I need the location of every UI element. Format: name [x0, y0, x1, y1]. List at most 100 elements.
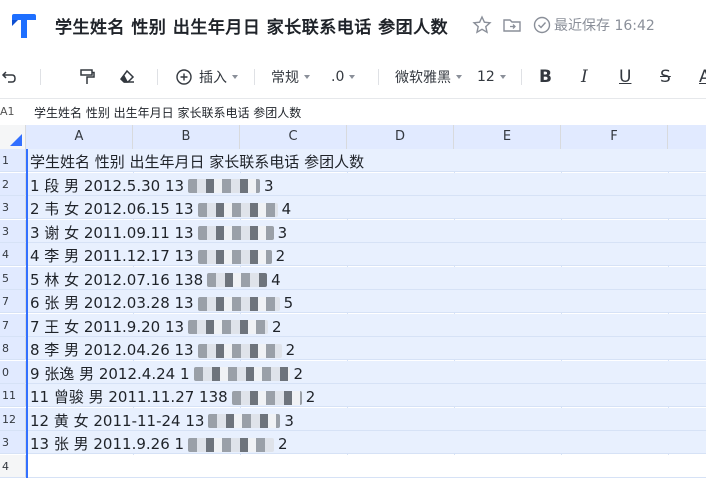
- cell-a[interactable]: 6 张 男 2012.03.28 13 5: [30, 292, 293, 313]
- font-family-label: 微软雅黑: [395, 70, 451, 86]
- table-row[interactable]: 88 李 男 2012.04.26 13 2: [0, 337, 706, 361]
- strikethrough-button[interactable]: S: [660, 64, 671, 90]
- folder-move-icon[interactable]: [502, 15, 522, 35]
- table-row[interactable]: 4: [0, 454, 706, 478]
- column-header-d[interactable]: D: [347, 125, 454, 149]
- cell-text: 3: [264, 176, 274, 195]
- row-header[interactable]: 0: [0, 360, 26, 383]
- bold-button[interactable]: B: [539, 64, 552, 90]
- cell-a[interactable]: 2 韦 女 2012.06.15 13 4: [30, 198, 291, 219]
- cell-a[interactable]: 1 段 男 2012.5.30 13 3: [30, 175, 274, 196]
- cell-text: 2: [272, 317, 282, 336]
- number-format-dropdown[interactable]: 常规: [271, 64, 310, 90]
- redacted-phone: [208, 414, 281, 428]
- chevron-down-icon: [456, 75, 462, 79]
- cell-a[interactable]: 学生姓名 性别 出生年月日 家长联系电话 参团人数: [30, 151, 364, 172]
- row-header[interactable]: 3: [0, 219, 26, 242]
- undo-button[interactable]: [0, 64, 18, 90]
- cell-a[interactable]: 11 曾骏 男 2011.11.27 138 2: [30, 386, 315, 407]
- chevron-down-icon: [499, 75, 506, 79]
- row-header[interactable]: 2: [0, 172, 26, 195]
- formula-input[interactable]: 学生姓名 性别 出生年月日 家长联系电话 参团人数: [34, 104, 301, 121]
- toolbar-divider: [521, 69, 522, 85]
- table-row[interactable]: 44 李 男 2011.12.17 13 2: [0, 243, 706, 267]
- cell-text: 1 段 男 2012.5.30 13: [30, 176, 185, 195]
- insert-label: 插入: [199, 70, 227, 86]
- column-header-g[interactable]: [668, 125, 706, 149]
- chevron-down-icon: [349, 75, 356, 79]
- table-row[interactable]: 76 张 男 2012.03.28 13 5: [0, 290, 706, 314]
- table-row[interactable]: 09 张逸 男 2012.4.24 1 2: [0, 360, 706, 384]
- font-family-dropdown[interactable]: 微软雅黑: [395, 64, 462, 90]
- row-header[interactable]: 7: [0, 313, 26, 336]
- table-row[interactable]: 11 11 曾骏 男 2011.11.27 138 2: [0, 384, 706, 408]
- row-header[interactable]: 12: [0, 407, 26, 430]
- row-header[interactable]: 4: [0, 454, 26, 477]
- table-row[interactable]: 3 13 张 男 2011.9.26 1 2: [0, 431, 706, 455]
- selection-border: [26, 149, 28, 478]
- insert-menu-button[interactable]: 插入: [175, 64, 238, 90]
- row-header[interactable]: 3: [0, 196, 26, 219]
- row-header[interactable]: 11: [0, 384, 26, 407]
- cell-a[interactable]: 13 张 男 2011.9.26 1 2: [30, 433, 288, 454]
- table-row[interactable]: 1 学生姓名 性别 出生年月日 家长联系电话 参团人数: [0, 149, 706, 173]
- select-all-corner[interactable]: [0, 125, 26, 149]
- cell-a[interactable]: 4 李 男 2011.12.17 13 2: [30, 245, 285, 266]
- decimal-button[interactable]: .0: [331, 64, 356, 90]
- table-row[interactable]: 32 韦 女 2012.06.15 13 4: [0, 196, 706, 220]
- column-header-c[interactable]: C: [240, 125, 347, 149]
- row-header[interactable]: 8: [0, 337, 26, 360]
- star-icon[interactable]: [472, 15, 492, 35]
- toolbar-divider: [378, 69, 379, 85]
- redacted-phone: [197, 296, 280, 311]
- column-header-f[interactable]: F: [561, 125, 668, 149]
- row-header[interactable]: 5: [0, 266, 26, 289]
- redacted-phone: [188, 320, 269, 334]
- italic-button[interactable]: I: [581, 64, 588, 90]
- cell-text: 3: [277, 223, 288, 242]
- row-header[interactable]: 1: [0, 149, 26, 172]
- redacted-phone: [197, 343, 282, 358]
- cell-a[interactable]: 7 王 女 2011.9.20 13 2: [30, 316, 282, 337]
- table-row[interactable]: 77 王 女 2011.9.20 13 2: [0, 313, 706, 337]
- select-all-icon: [10, 134, 22, 146]
- row-header[interactable]: 7: [0, 290, 26, 313]
- cell-text: 4 李 男 2011.12.17 13: [30, 247, 194, 265]
- document-title[interactable]: 学生姓名 性别 出生年月日 家长联系电话 参团人数: [55, 13, 448, 38]
- toolbar-divider: [254, 69, 255, 85]
- font-size-label: 12: [477, 69, 495, 85]
- table-row[interactable]: 12 12 黄 女 2011-11-24 13 3: [0, 407, 706, 431]
- cell-text: 4: [271, 270, 281, 289]
- row-header[interactable]: 4: [0, 243, 26, 266]
- app-logo-icon[interactable]: [8, 10, 40, 42]
- table-row[interactable]: 33 谢 女 2011.09.11 13 3: [0, 219, 706, 243]
- format-painter-button[interactable]: [78, 64, 96, 90]
- cell-reference[interactable]: A1: [0, 105, 15, 118]
- column-header-e[interactable]: E: [454, 125, 561, 149]
- font-color-button[interactable]: A: [699, 64, 706, 90]
- underline-button[interactable]: U: [619, 64, 631, 90]
- redacted-phone: [197, 226, 274, 240]
- font-size-dropdown[interactable]: 12: [477, 64, 506, 90]
- cell-a[interactable]: 5 林 女 2012.07.16 138 4: [30, 269, 281, 290]
- table-row[interactable]: 21 段 男 2012.5.30 13 3: [0, 172, 706, 196]
- row-header[interactable]: 3: [0, 431, 26, 454]
- redacted-phone: [188, 437, 275, 452]
- cell-a[interactable]: 8 李 男 2012.04.26 13 2: [30, 339, 295, 360]
- column-header-row: A B C D E F: [0, 125, 706, 149]
- redacted-phone: [231, 390, 302, 405]
- column-header-a[interactable]: A: [26, 125, 133, 149]
- table-row[interactable]: 55 林 女 2012.07.16 138 4: [0, 266, 706, 290]
- cell-a[interactable]: 3 谢 女 2011.09.11 13 3: [30, 222, 287, 243]
- chevron-down-icon: [304, 75, 310, 79]
- font-color-icon: A: [699, 67, 706, 87]
- check-circle-icon: [533, 16, 551, 34]
- column-header-b[interactable]: B: [133, 125, 240, 149]
- toolbar: 插入 常规 .0 微软雅黑 12 B I U S A: [0, 56, 706, 98]
- cell-a[interactable]: 9 张逸 男 2012.4.24 1 2: [30, 363, 303, 384]
- spreadsheet-grid: A B C D E F 1 学生姓名 性别 出生年月日 家长联系电话 参团人数 2…: [0, 125, 706, 478]
- clear-format-button[interactable]: [118, 64, 136, 90]
- cell-a[interactable]: 12 黄 女 2011-11-24 13 3: [30, 410, 294, 431]
- cell-text: 2: [285, 341, 296, 359]
- title-bar: 学生姓名 性别 出生年月日 家长联系电话 参团人数 最近保存 16:42: [0, 0, 706, 52]
